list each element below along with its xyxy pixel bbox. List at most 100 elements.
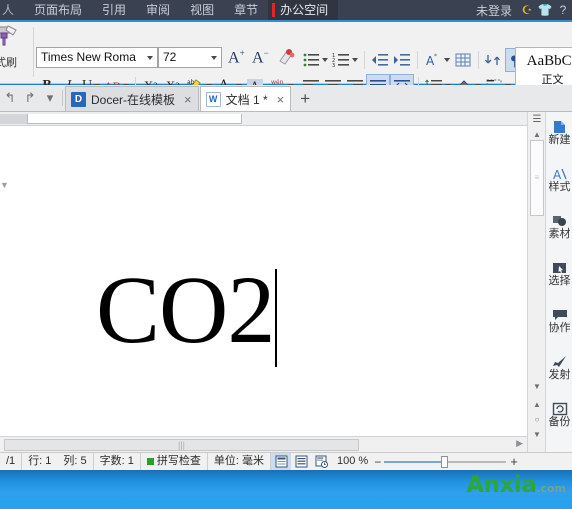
new-doc-icon [546, 120, 572, 134]
account-status[interactable]: 未登录 [476, 2, 518, 19]
watermark-domain: .com [536, 482, 566, 495]
task-pane-item-collaboration[interactable]: 协作 [546, 308, 572, 335]
horizontal-scrollbar[interactable]: ||| ▶ [0, 436, 527, 452]
font-name-value: Times New Roma [41, 50, 136, 64]
wps-writer-window: Anxia.com 人 页面布局 引用 审阅 视图 章节 办公空间 未登录 ☪ … [0, 0, 572, 509]
task-pane-item-launch[interactable]: 发射 [546, 355, 572, 382]
task-pane-label: 备份 [548, 416, 571, 428]
menu-tab-page-layout[interactable]: 页面布局 [24, 0, 92, 20]
menu-tab-office-space[interactable]: 办公空间 [268, 0, 339, 20]
zoom-slider-handle[interactable] [441, 456, 449, 468]
web-view-icon[interactable] [311, 453, 331, 470]
task-pane-item-material[interactable]: 素材 [546, 214, 572, 241]
style-sample-text: AaBbCc [526, 53, 572, 69]
page-indicator[interactable]: /1 [0, 453, 23, 470]
font-name-combo[interactable]: Times New Roma [36, 47, 158, 68]
ribbon-separator-5 [478, 51, 479, 69]
main-menu-bar: 人 页面布局 引用 审阅 视图 章节 办公空间 未登录 ☪ 👕 ? [0, 0, 572, 20]
chevron-down-icon[interactable] [147, 55, 153, 60]
text-cursor [275, 269, 277, 367]
outline-view-icon[interactable] [291, 453, 311, 470]
chevron-down-icon[interactable] [352, 58, 358, 62]
scroll-down-icon[interactable]: ▼ [531, 382, 543, 391]
chevron-down-icon[interactable] [444, 58, 450, 62]
undo-icon[interactable]: ↰ [0, 85, 20, 111]
increase-indent-icon[interactable] [391, 48, 413, 72]
asian-layout-icon[interactable]: A * [422, 48, 452, 72]
status-bar: /1 行: 1 列: 5 字数: 1 拼写检查 单位: 毫米 100 % − + [0, 452, 572, 470]
menu-tab-chapter[interactable]: 章节 [224, 0, 268, 20]
decrease-indent-icon[interactable] [369, 48, 391, 72]
close-icon[interactable]: × [277, 92, 285, 107]
chevron-down-icon[interactable] [322, 58, 328, 62]
scroll-up-icon[interactable]: ▲ [531, 130, 543, 139]
horizontal-ruler[interactable] [0, 112, 527, 126]
document-icon: W [205, 91, 221, 107]
split-window-icon[interactable]: ☰ [530, 114, 544, 128]
menu-tab-view[interactable]: 视图 [180, 0, 224, 20]
sort-icon[interactable] [483, 48, 505, 72]
column-indicator[interactable]: 列: 5 [57, 453, 94, 470]
horizontal-scroll-thumb[interactable]: ||| [4, 439, 359, 451]
spellcheck-indicator[interactable]: 拼写检查 [141, 453, 208, 470]
menu-tab-review[interactable]: 审阅 [136, 0, 180, 20]
bullet-list-icon[interactable] [300, 48, 330, 72]
refresh-icon[interactable]: ☪ [518, 3, 536, 17]
browse-object-icon[interactable]: ○ [531, 415, 543, 424]
ruler-margin-left [0, 114, 27, 124]
vertical-scrollbar[interactable]: ☰ ▲ ≡ ▼ ▲ ○ ▼ [527, 112, 545, 452]
word-count-indicator[interactable]: 字数: 1 [94, 453, 141, 470]
next-page-icon[interactable]: ▼ [531, 430, 543, 439]
watermark: Anxia.com [466, 472, 566, 498]
shrink-font-sup: − [263, 48, 269, 58]
grow-font-label: A [228, 49, 240, 67]
ribbon-toolbar: 式刷 Times New Roma 72 A+ A− B [0, 22, 572, 98]
task-pane-label: 素材 [548, 228, 571, 240]
previous-page-icon[interactable]: ▲ [531, 400, 543, 409]
scroll-right-icon[interactable]: ▶ [516, 438, 523, 449]
table-grid-icon[interactable] [452, 48, 474, 72]
numbered-list-icon[interactable]: 1 2 3 [330, 48, 360, 72]
row-indicator[interactable]: 行: 1 [22, 453, 57, 470]
zoom-out-button[interactable]: − [374, 455, 384, 469]
chevron-down-icon[interactable] [211, 55, 217, 60]
zoom-slider-track-right [446, 461, 507, 463]
shrink-font-button[interactable]: A− [252, 48, 269, 67]
close-icon[interactable]: × [184, 92, 192, 107]
clear-format-icon[interactable] [276, 47, 296, 67]
tab-docer-template[interactable]: D Docer-在线模板 × [65, 86, 199, 111]
new-tab-button[interactable]: + [292, 86, 318, 111]
task-pane-label: 发射 [548, 369, 571, 381]
task-pane-item-styles[interactable]: A 样式 [546, 167, 572, 194]
zoom-slider[interactable] [384, 453, 507, 470]
indent-marker-icon[interactable]: ▼ [0, 180, 9, 190]
tab-label: 文档 1 * [225, 92, 268, 107]
menu-tab-references[interactable]: 引用 [92, 0, 136, 20]
page-view-icon[interactable] [271, 453, 292, 470]
collaboration-icon [546, 308, 572, 322]
spellcheck-status-dot [146, 458, 154, 465]
watermark-text: Anxia [466, 472, 537, 498]
format-painter-icon[interactable] [0, 24, 20, 50]
unit-indicator[interactable]: 单位: 毫米 [208, 453, 272, 470]
help-icon[interactable]: ? [554, 3, 572, 17]
task-pane-label: 样式 [548, 181, 571, 193]
grow-font-button[interactable]: A+ [228, 48, 245, 67]
font-size-combo[interactable]: 72 [158, 47, 222, 68]
skin-icon[interactable]: 👕 [536, 3, 554, 17]
menu-tab-partial[interactable]: 人 [0, 0, 24, 20]
svg-text:3: 3 [332, 63, 335, 68]
vertical-scroll-thumb[interactable]: ≡ [530, 140, 544, 216]
zoom-level-label[interactable]: 100 % [331, 453, 374, 470]
chevron-down-icon[interactable]: ▾ [40, 85, 60, 111]
material-icon [546, 214, 572, 228]
document-canvas[interactable]: CO2 [0, 126, 527, 436]
task-pane-item-backup[interactable]: 备份 [546, 402, 572, 429]
shrink-font-label: A [252, 49, 264, 67]
task-pane-item-selection[interactable]: 选择 [546, 261, 572, 288]
task-pane-item-new[interactable]: 新建 [546, 120, 572, 147]
zoom-in-button[interactable]: + [506, 454, 518, 469]
tab-document-1[interactable]: W 文档 1 * × [199, 86, 292, 111]
task-pane-label: 协作 [548, 322, 571, 334]
redo-icon[interactable]: ↱ [20, 85, 40, 111]
